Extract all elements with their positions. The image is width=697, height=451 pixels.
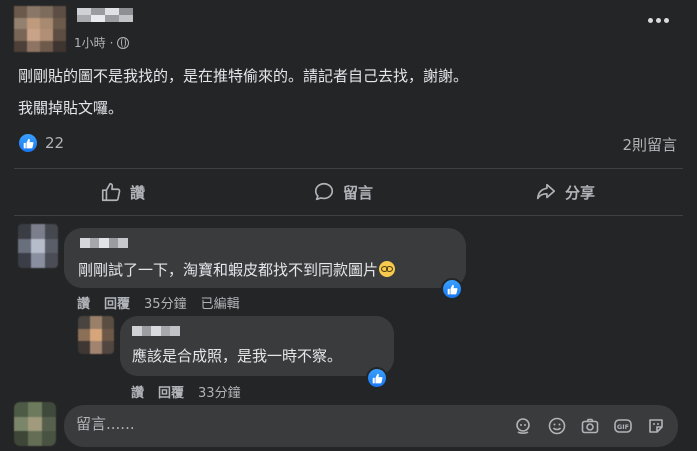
comment-time[interactable]: 35分鐘 (144, 293, 187, 312)
sticker-icon[interactable] (645, 415, 667, 437)
svg-text:GIF: GIF (617, 423, 629, 431)
globe-icon (117, 36, 130, 49)
commenter-name-redacted[interactable] (80, 238, 128, 248)
comment-like-button[interactable]: 讚 (77, 293, 90, 312)
camera-icon[interactable] (579, 415, 601, 437)
dot-icon (648, 18, 653, 23)
avatar-sticker-icon[interactable] (512, 415, 534, 437)
post-time[interactable]: 1小時 (74, 34, 106, 51)
comment-label: 留言 (343, 183, 374, 202)
dot-icon (656, 18, 661, 23)
reply-like-reaction-icon[interactable] (366, 367, 388, 389)
comment-input[interactable] (76, 415, 496, 433)
like-button[interactable]: 讚 (100, 178, 145, 206)
comment-button[interactable]: 留言 (313, 178, 373, 206)
reply-text: 應該是合成照，是我一時不察。 (132, 347, 343, 365)
dot-icon (664, 18, 669, 23)
reply-actions: 讚 回覆 33分鐘 (131, 382, 241, 401)
thumbs-up-reaction-icon (19, 134, 37, 152)
like-label: 讚 (130, 183, 146, 202)
gif-icon[interactable]: GIF (612, 415, 634, 437)
current-user-avatar[interactable] (14, 402, 56, 446)
divider (14, 168, 683, 169)
thumbs-up-icon (101, 182, 121, 202)
reaction-count: 22 (45, 134, 65, 152)
replier-name-redacted[interactable] (132, 326, 180, 336)
emoji-icon[interactable] (546, 415, 568, 437)
reply-avatar[interactable] (78, 316, 114, 354)
post-author-name-redacted[interactable] (77, 8, 133, 22)
post-text-line-2: 我關掉貼文囉。 (18, 99, 124, 117)
meta-separator: · (109, 35, 114, 50)
comment-edited-label[interactable]: 已編輯 (201, 293, 240, 312)
monocle-face-emoji-icon (379, 261, 396, 277)
comment-composer: GIF (64, 405, 678, 447)
reply-time[interactable]: 33分鐘 (198, 382, 241, 401)
post-meta: 1小時 · (74, 34, 130, 51)
comment-actions: 讚 回覆 35分鐘 已編輯 (77, 293, 240, 312)
comment-text: 剛剛試了一下，淘寶和蝦皮都找不到同款圖片 (78, 259, 396, 280)
more-options-button[interactable] (648, 18, 669, 23)
comment-bubble-icon (314, 182, 334, 201)
post-text-line-1: 剛剛貼的圖不是我找的，是在推特偷來的。請記者自己去找，謝謝。 (18, 67, 469, 85)
comment-count-link[interactable]: 2則留言 (622, 134, 677, 155)
reply-reply-button[interactable]: 回覆 (158, 382, 184, 401)
comment-reply-button[interactable]: 回覆 (104, 293, 130, 312)
comment-like-reaction-icon[interactable] (441, 278, 463, 300)
post-author-avatar[interactable] (14, 6, 66, 52)
reactions-summary[interactable]: 22 (19, 134, 64, 152)
share-label: 分享 (565, 183, 596, 202)
comment-avatar[interactable] (18, 224, 58, 268)
share-arrow-icon (536, 183, 556, 200)
divider (14, 215, 683, 216)
share-button[interactable]: 分享 (535, 178, 595, 206)
reply-like-button[interactable]: 讚 (131, 382, 144, 401)
